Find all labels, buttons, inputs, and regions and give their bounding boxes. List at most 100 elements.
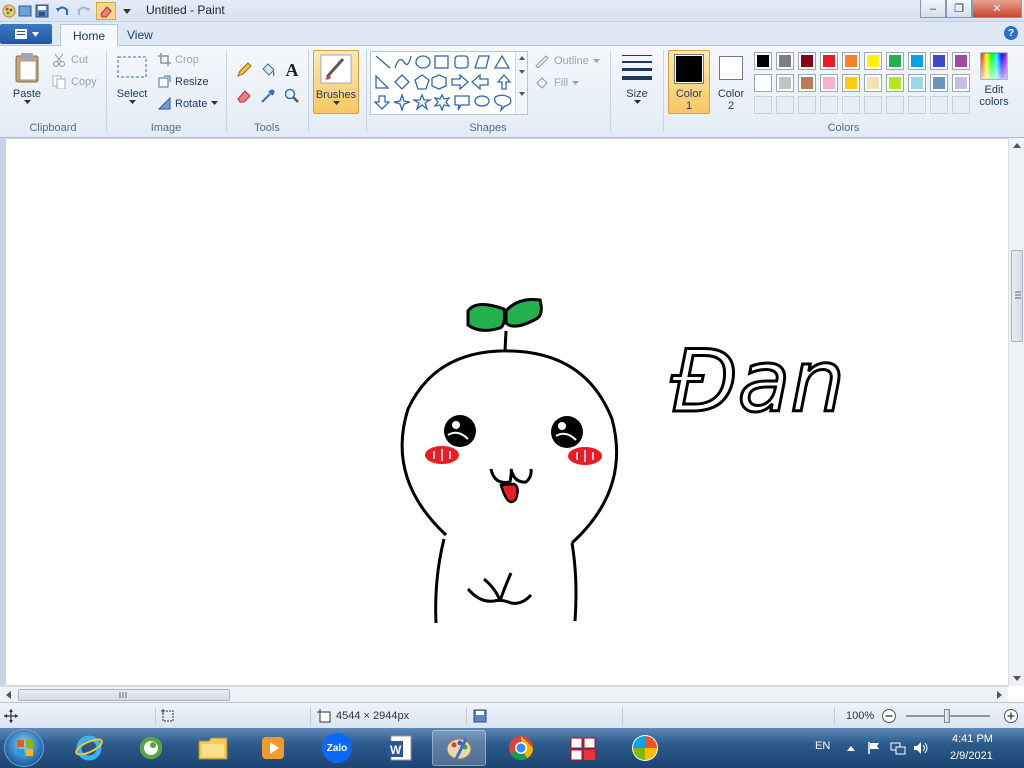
taskbar-file-explorer[interactable] <box>186 730 240 766</box>
shapes-scroll[interactable] <box>515 52 527 114</box>
palette-swatch[interactable] <box>886 96 904 114</box>
palette-swatch[interactable] <box>798 74 816 92</box>
volume-icon[interactable] <box>913 741 929 755</box>
scroll-up-arrow-icon[interactable] <box>1009 140 1024 150</box>
palette-swatch[interactable] <box>842 74 860 92</box>
vertical-scrollbar[interactable] <box>1008 138 1024 686</box>
group-divider <box>663 50 664 132</box>
palette-swatch[interactable] <box>930 96 948 114</box>
palette-swatch[interactable] <box>886 74 904 92</box>
scroll-right-arrow-icon[interactable] <box>995 687 1005 703</box>
mouth <box>489 468 533 504</box>
zoom-in-icon[interactable] <box>1003 708 1019 724</box>
paste-button[interactable]: Paste <box>8 52 46 114</box>
palette-swatch[interactable] <box>776 74 794 92</box>
palette-swatch[interactable] <box>820 96 838 114</box>
pencil-tool-button[interactable] <box>234 60 254 80</box>
edit-colors-button[interactable]: Edit colors <box>976 52 1012 114</box>
taskbar-internet-explorer[interactable] <box>62 730 116 766</box>
resize-button[interactable]: Resize <box>158 75 209 88</box>
palette-swatch[interactable] <box>842 96 860 114</box>
palette-swatch[interactable] <box>864 74 882 92</box>
palette-swatch[interactable] <box>754 74 772 92</box>
palette-swatch[interactable] <box>864 96 882 114</box>
palette-swatch[interactable] <box>864 52 882 70</box>
color-picker-tool-button[interactable] <box>258 86 278 106</box>
show-hidden-icons-arrow[interactable] <box>846 744 856 752</box>
taskbar-coccoc[interactable] <box>124 730 178 766</box>
word-icon: W <box>387 735 412 761</box>
undo-icon[interactable] <box>53 2 71 20</box>
taskbar-photos[interactable] <box>618 730 672 766</box>
brushes-button[interactable]: Brushes <box>313 50 359 114</box>
eraser-tool-button[interactable] <box>234 86 254 106</box>
palette-swatch[interactable] <box>798 96 816 114</box>
zoom-slider[interactable] <box>906 709 990 723</box>
palette-swatch[interactable] <box>908 96 926 114</box>
scroll-down-arrow-icon[interactable] <box>1009 674 1024 684</box>
redo-icon[interactable] <box>75 2 93 20</box>
taskbar-zalo[interactable]: Zalo <box>310 730 364 766</box>
crop-button[interactable]: Crop <box>158 53 199 66</box>
eraser-icon[interactable] <box>96 2 116 20</box>
color1-button[interactable]: Color 1 <box>668 50 710 114</box>
taskbar-paint[interactable] <box>432 730 486 766</box>
palette-swatch[interactable] <box>930 52 948 70</box>
drawing-canvas[interactable]: Đan <box>6 139 1008 685</box>
clock-date[interactable]: 2/9/2021 <box>950 750 993 762</box>
taskbar-media-player[interactable] <box>246 730 300 766</box>
palette-swatch[interactable] <box>820 74 838 92</box>
palette-swatch[interactable] <box>952 74 970 92</box>
close-button[interactable]: ✕ <box>972 0 1022 18</box>
customize-qat-dropdown-icon[interactable] <box>118 2 136 20</box>
palette-swatch[interactable] <box>776 52 794 70</box>
fill-button[interactable]: Fill <box>534 76 580 90</box>
palette-swatch[interactable] <box>820 52 838 70</box>
network-icon[interactable] <box>890 741 906 755</box>
start-button[interactable] <box>4 729 44 767</box>
horizontal-scroll-thumb[interactable] <box>18 689 230 701</box>
palette-swatch[interactable] <box>754 52 772 70</box>
crop-label: Crop <box>175 53 199 66</box>
zoom-slider-thumb[interactable] <box>944 709 950 723</box>
zoom-out-icon[interactable] <box>881 708 897 724</box>
save-icon[interactable] <box>33 2 51 20</box>
help-icon[interactable]: ? <box>1004 26 1018 40</box>
horizontal-scrollbar[interactable] <box>0 686 1008 702</box>
palette-swatch[interactable] <box>754 96 772 114</box>
tab-view[interactable]: View <box>115 24 165 46</box>
taskbar-unikey[interactable] <box>556 730 610 766</box>
select-button[interactable]: Select <box>114 54 150 116</box>
palette-swatch[interactable] <box>776 96 794 114</box>
palette-swatch[interactable] <box>886 52 904 70</box>
tab-home[interactable]: Home <box>60 24 119 46</box>
magnifier-tool-button[interactable] <box>282 86 302 106</box>
scroll-left-arrow-icon[interactable] <box>3 687 13 703</box>
palette-swatch[interactable] <box>952 52 970 70</box>
vertical-scroll-thumb[interactable] <box>1011 250 1023 342</box>
minimize-button[interactable]: ‒ <box>920 0 946 18</box>
image-group-label: Image <box>150 122 182 134</box>
fill-tool-button[interactable] <box>258 60 278 80</box>
action-center-flag-icon[interactable] <box>867 741 881 755</box>
palette-swatch[interactable] <box>798 52 816 70</box>
palette-swatch[interactable] <box>930 74 948 92</box>
size-button[interactable]: Size <box>618 52 656 114</box>
text-tool-icon[interactable]: A <box>282 60 302 80</box>
paint-menu-icon[interactable] <box>16 2 34 20</box>
outline-button[interactable]: Outline <box>534 54 600 68</box>
taskbar-word[interactable]: W <box>372 730 426 766</box>
clock-time[interactable]: 4:41 PM <box>952 733 993 745</box>
palette-swatch[interactable] <box>842 52 860 70</box>
palette-swatch[interactable] <box>952 96 970 114</box>
input-language[interactable]: EN <box>815 740 830 752</box>
copy-button[interactable]: Copy <box>52 75 97 89</box>
cut-button[interactable]: Cut <box>52 53 88 67</box>
restore-button[interactable]: ❐ <box>946 0 972 18</box>
palette-swatch[interactable] <box>908 52 926 70</box>
rotate-button[interactable]: Rotate <box>158 97 219 110</box>
color2-button[interactable]: Color 2 <box>714 52 748 114</box>
taskbar-chrome[interactable] <box>494 730 548 766</box>
file-menu-button[interactable] <box>0 24 52 44</box>
palette-swatch[interactable] <box>908 74 926 92</box>
